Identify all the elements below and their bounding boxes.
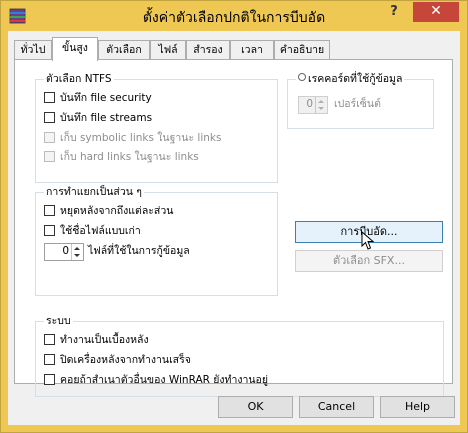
volumes-group: การทำแยกเป็นส่วน ๆ หยุดหลังจากถึงแต่ละส่… [35,185,278,296]
mouse-cursor-icon [361,231,375,250]
background-archiving-option[interactable]: ทำงานเป็นเบื้องหลัง [44,333,149,349]
dialog-client: ทั่วไป ขั้นสูง ตัวเลือก ไฟล์ สำรอง เวลา … [8,31,460,425]
cancel-button[interactable]: Cancel [299,396,374,418]
save-file-security-option[interactable]: บันทึก file security [44,91,152,107]
symbolic-links-option: เก็บ symbolic links ในฐานะ links [44,131,221,147]
recovery-record-title[interactable]: เรคคอร์ดที่ใช้กู้ข้อมูล [296,72,405,86]
tab-advanced[interactable]: ขั้นสูง [52,37,98,61]
ntfs-options-group: ตัวเลือก NTFS บันทึก file security บันทึ… [35,72,278,183]
old-volume-naming-option[interactable]: ใช้ชื่อไฟล์แบบเก่า [44,224,141,240]
background-archiving-checkbox[interactable] [44,334,55,345]
recovery-percent-spinner: 0 [298,96,328,114]
wait-other-winrar-checkbox[interactable] [44,374,55,385]
pause-after-volume-checkbox[interactable] [44,205,55,216]
help-button[interactable]: Help [380,396,455,418]
spin-down-icon [318,107,324,110]
symbolic-links-checkbox [44,132,55,143]
tab-comment[interactable]: คำอธิบาย [274,40,330,59]
pause-after-volume-option[interactable]: หยุดหลังจากถึงแต่ละส่วน [44,204,173,220]
shutdown-when-done-option[interactable]: ปิดเครื่องหลังจากทำงานเสร็จ [44,353,191,369]
title-bar[interactable]: ตั้งค่าตัวเลือกปกติในการบีบอัด ? ✕ [1,1,467,31]
system-group: ระบบ ทำงานเป็นเบื้องหลัง ปิดเครื่องหลังจ… [35,314,444,397]
recovery-volumes-label: ไฟล์ที่ใช้ในการกู้ข้อมูล [88,245,190,257]
system-title: ระบบ [44,314,73,328]
tab-options[interactable]: ตัวเลือก [98,40,150,59]
spin-up-icon[interactable] [74,247,80,250]
recovery-volumes-spinner[interactable]: 0 [44,243,84,261]
hard-links-checkbox [44,151,55,162]
close-button[interactable]: ✕ [413,2,459,22]
save-file-streams-option[interactable]: บันทึก file streams [44,111,152,127]
sfx-options-button: ตัวเลือก SFX... [295,250,443,272]
tab-general[interactable]: ทั่วไป [14,40,52,59]
tab-files[interactable]: ไฟล์ [150,40,186,59]
old-volume-naming-checkbox[interactable] [44,225,55,236]
dialog-window: ตั้งค่าตัวเลือกปกติในการบีบอัด ? ✕ ทั่วไ… [0,0,468,433]
volumes-title: การทำแยกเป็นส่วน ๆ [44,185,144,199]
help-title-button[interactable]: ? [381,1,407,22]
recovery-percent-label: เปอร์เซ็นต์ [334,98,381,110]
spin-up-icon [318,100,324,103]
recovery-record-group: เรคคอร์ดที่ใช้กู้ข้อมูล 0 เปอร์เซ็นต์ [287,72,434,129]
ntfs-options-title: ตัวเลือก NTFS [44,72,114,86]
tab-time[interactable]: เวลา [230,40,274,59]
wait-other-winrar-option[interactable]: คอยถ้าสำเนาตัวอื่นของ WinRAR ยังทำงานอยู… [44,373,268,389]
hard-links-option: เก็บ hard links ในฐานะ links [44,150,199,166]
shutdown-when-done-checkbox[interactable] [44,354,55,365]
spin-down-icon[interactable] [74,254,80,257]
save-file-streams-checkbox[interactable] [44,112,55,123]
tab-backup[interactable]: สำรอง [186,40,230,59]
save-file-security-checkbox[interactable] [44,92,55,103]
advanced-panel: ตัวเลือก NTFS บันทึก file security บันทึ… [14,59,453,397]
ok-button[interactable]: OK [218,396,293,418]
recovery-record-radio[interactable] [298,73,306,81]
